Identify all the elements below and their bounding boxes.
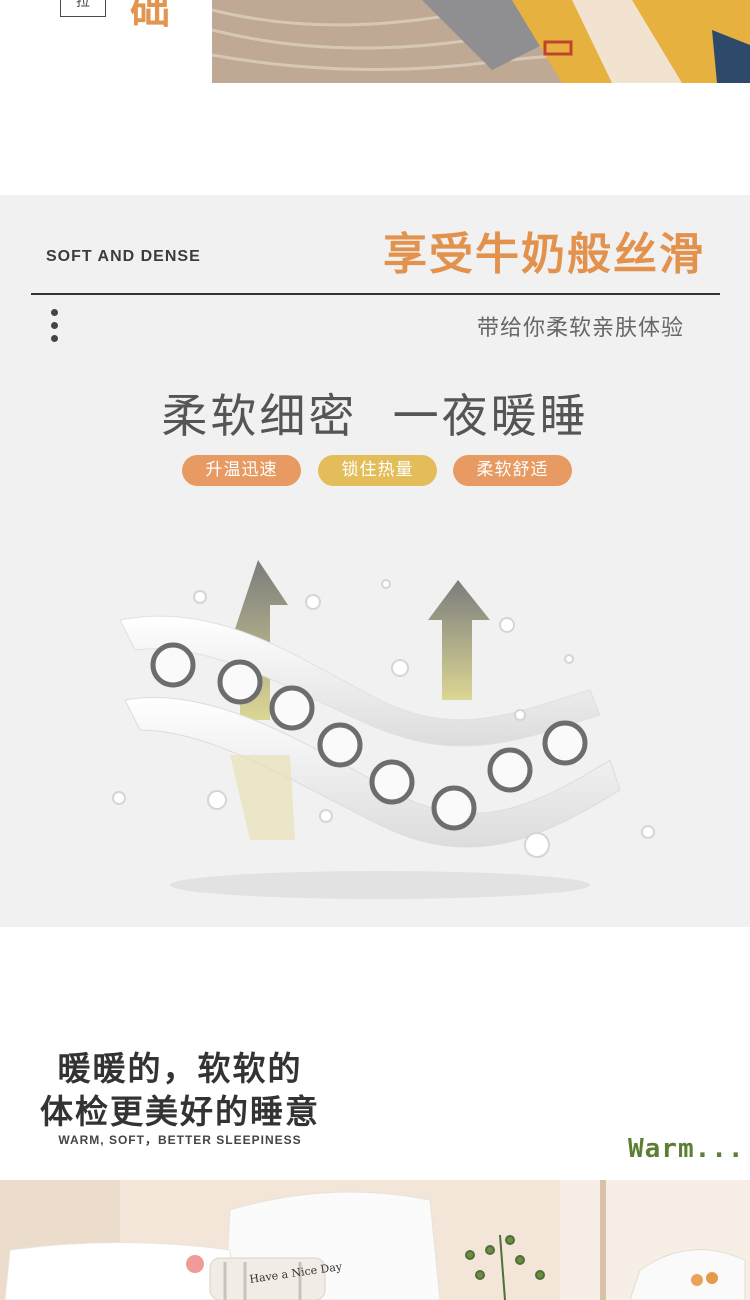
warm-title-line2: 体检更美好的睡意 [40,1092,320,1131]
section-english-label: SOFT AND DENSE [46,248,201,265]
section-subtitle: 带给你柔软亲肤体验 [476,316,684,341]
carpet-photo-art [212,0,750,83]
top-heading-char: 础 [130,0,170,33]
top-product-photo [212,0,750,83]
warm-title-line1: 暖暖的，软软的 [57,1049,303,1088]
bedroom-photo: Have a Nice Day [0,1180,750,1300]
feature-badge-comfort: 柔软舒适 [453,455,572,486]
feature-badge-heating: 升温迅速 [182,455,301,486]
section-headline: 柔软细密 一夜暖睡 [161,389,589,443]
vertical-dots-icon [49,309,59,345]
warm-script-text: Warm... [628,1134,745,1164]
bedroom-photo-art: Have a Nice Day [0,1180,750,1300]
feature-badge-heat-lock: 锁住热量 [318,455,437,486]
fabric-layers-illustration [100,540,670,920]
section-divider [31,293,720,295]
fabric-art [112,560,655,899]
section-title: 享受牛奶般丝滑 [383,229,705,280]
top-boxed-char: 拉 [60,0,106,17]
warm-english-caption: WARM, SOFT，BETTER SLEEPINESS [58,1133,302,1147]
heat-arrow-right [428,580,490,700]
